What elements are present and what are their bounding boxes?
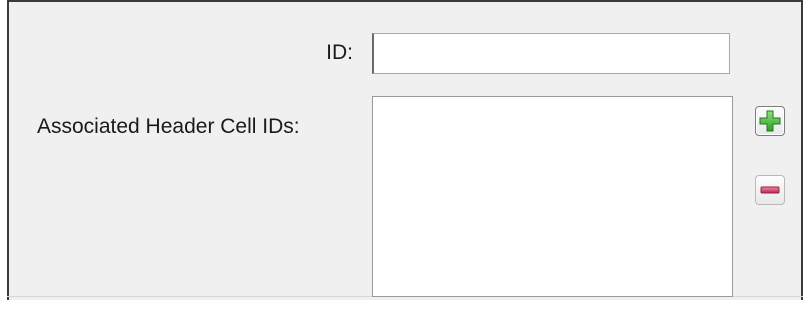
plus-icon [759,110,781,132]
associated-header-cell-ids-list[interactable] [372,96,733,297]
id-input[interactable] [372,33,730,74]
add-header-cell-id-button[interactable] [755,106,785,136]
minus-icon [760,186,780,194]
header-cell-properties-panel: ID: Associated Header Cell IDs: [0,0,809,321]
remove-header-cell-id-button[interactable] [755,175,785,205]
associated-header-cell-ids-label: Associated Header Cell IDs: [37,115,300,138]
id-label: ID: [326,41,353,64]
